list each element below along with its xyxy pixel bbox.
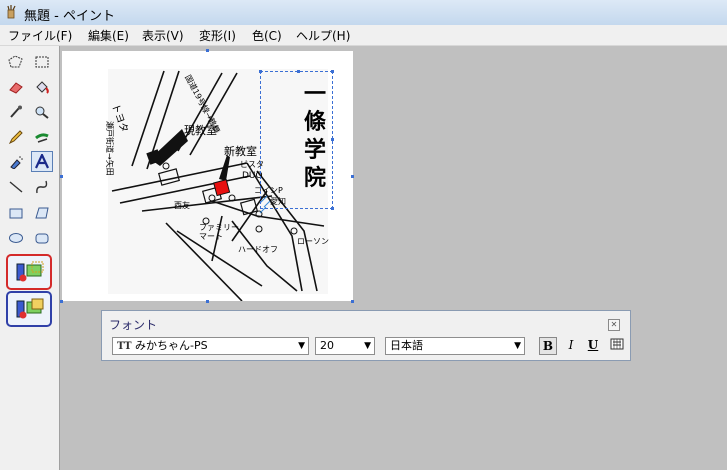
window-title: 無題 - ペイント bbox=[24, 9, 115, 24]
text-icon bbox=[35, 154, 49, 169]
canvas-resize-handle[interactable] bbox=[351, 175, 354, 178]
map-label-new-room: 新教室 bbox=[224, 145, 257, 158]
selection-handle[interactable] bbox=[331, 207, 334, 210]
underline-button[interactable]: U bbox=[584, 337, 602, 355]
canvas-resize-handle[interactable] bbox=[60, 175, 63, 178]
ellipse-tool[interactable] bbox=[5, 227, 27, 248]
pick-color-icon bbox=[10, 105, 22, 118]
rectangle-icon bbox=[9, 208, 23, 218]
rounded-rect-icon bbox=[35, 233, 49, 243]
title-bar: 無題 - ペイント bbox=[0, 0, 727, 26]
script-value: 日本語 bbox=[390, 339, 423, 352]
menu-image[interactable]: 変形(I) bbox=[199, 27, 236, 44]
selection-handle[interactable] bbox=[259, 70, 262, 73]
rect-select-tool[interactable] bbox=[31, 51, 53, 72]
text-selection-box[interactable]: 一 條 学 院 bbox=[259, 70, 334, 210]
selection-handle[interactable] bbox=[297, 70, 300, 73]
rounded-rect-tool[interactable] bbox=[31, 227, 53, 248]
brush-tool[interactable] bbox=[31, 126, 53, 147]
map-label: 瀬戸街道→矢田 bbox=[105, 121, 114, 176]
menu-colors[interactable]: 色(C) bbox=[252, 27, 282, 44]
polygon-tool[interactable] bbox=[31, 202, 53, 223]
line-icon bbox=[9, 180, 23, 193]
extension-tool-1[interactable] bbox=[6, 254, 52, 290]
text-tool[interactable] bbox=[31, 151, 53, 172]
font-name-select[interactable]: TT みかちゃん-PS ▼ bbox=[112, 337, 309, 355]
close-icon: ✕ bbox=[610, 320, 618, 329]
ellipse-icon bbox=[9, 232, 23, 243]
rectangle-tool[interactable] bbox=[5, 202, 27, 223]
vertical-title-text: 一 條 学 院 bbox=[301, 80, 329, 192]
chevron-down-icon: ▼ bbox=[364, 341, 371, 351]
font-toolbar-title: フォント bbox=[109, 318, 158, 332]
line-tool[interactable] bbox=[5, 176, 27, 197]
map-label: ハードオフ bbox=[238, 245, 278, 254]
font-size-value: 20 bbox=[320, 339, 334, 352]
curve-tool[interactable] bbox=[31, 176, 53, 197]
free-form-select-icon bbox=[8, 54, 23, 67]
font-size-select[interactable]: 20 ▼ bbox=[315, 337, 375, 355]
pencil-icon bbox=[8, 129, 23, 144]
truetype-icon: TT bbox=[117, 341, 132, 352]
pick-color-tool[interactable] bbox=[5, 101, 27, 122]
title-char: 一 bbox=[303, 81, 326, 107]
airbrush-tool[interactable] bbox=[5, 151, 27, 172]
chevron-down-icon: ▼ bbox=[514, 341, 521, 351]
magnifier-icon bbox=[35, 106, 49, 119]
shapes-plugin-icon bbox=[16, 261, 44, 282]
vertical-text-icon bbox=[610, 338, 624, 350]
shapes-plugin-icon bbox=[16, 298, 44, 319]
canvas-resize-handle[interactable] bbox=[206, 300, 209, 303]
italic-button[interactable]: I bbox=[562, 337, 580, 355]
magnifier-tool[interactable] bbox=[31, 101, 53, 122]
menu-help[interactable]: ヘルプ(H) bbox=[296, 27, 350, 44]
menu-file[interactable]: ファイル(F) bbox=[8, 27, 72, 44]
fill-tool[interactable] bbox=[31, 76, 53, 97]
script-select[interactable]: 日本語 ▼ bbox=[385, 337, 525, 355]
map-label: ローソン bbox=[297, 237, 329, 246]
title-char: 学 bbox=[303, 137, 326, 163]
selection-handle[interactable] bbox=[331, 70, 334, 73]
font-name-value: みかちゃん-PS bbox=[135, 339, 208, 352]
drawing-canvas[interactable]: トヨタ 国道19号線→鶴舞 瀬戸街道→矢田 現教室 新教室 ビスタ DUO コイ… bbox=[60, 49, 354, 303]
canvas-resize-handle[interactable] bbox=[351, 300, 354, 303]
map-label: ファミリー マート bbox=[199, 223, 239, 241]
rect-select-icon bbox=[35, 56, 49, 67]
canvas-resize-handle[interactable] bbox=[206, 49, 209, 52]
pencil-tool[interactable] bbox=[5, 126, 27, 147]
chevron-down-icon: ▼ bbox=[298, 341, 305, 351]
extension-tool-2[interactable] bbox=[6, 291, 52, 327]
free-form-select-tool[interactable] bbox=[5, 51, 27, 72]
toolbox bbox=[0, 46, 60, 470]
vertical-text-button[interactable] bbox=[608, 337, 626, 355]
brush-icon bbox=[35, 132, 49, 143]
title-char: 條 bbox=[303, 109, 326, 135]
font-toolbar: フォント ✕ TT みかちゃん-PS ▼ 20 ▼ 日本語 ▼ B I U bbox=[101, 310, 631, 361]
canvas-resize-handle[interactable] bbox=[60, 300, 63, 303]
menu-view[interactable]: 表示(V) bbox=[142, 27, 184, 44]
polygon-icon bbox=[35, 207, 49, 218]
eraser-tool[interactable] bbox=[5, 76, 27, 97]
menu-bar: ファイル(F) 編集(E) 表示(V) 変形(I) 色(C) ヘルプ(H) bbox=[0, 25, 727, 46]
title-char: 院 bbox=[303, 165, 326, 191]
font-toolbar-close-button[interactable]: ✕ bbox=[608, 319, 620, 331]
paint-app-icon bbox=[7, 5, 16, 19]
curve-icon bbox=[36, 180, 48, 193]
map-label: 西友 bbox=[174, 201, 190, 210]
menu-edit[interactable]: 編集(E) bbox=[88, 27, 129, 44]
airbrush-icon bbox=[10, 155, 23, 169]
map-label-current-room: 現教室 bbox=[184, 124, 217, 137]
bold-button[interactable]: B bbox=[539, 337, 557, 355]
fill-icon bbox=[36, 80, 49, 94]
selection-handle[interactable] bbox=[331, 138, 334, 141]
eraser-icon bbox=[9, 81, 23, 94]
